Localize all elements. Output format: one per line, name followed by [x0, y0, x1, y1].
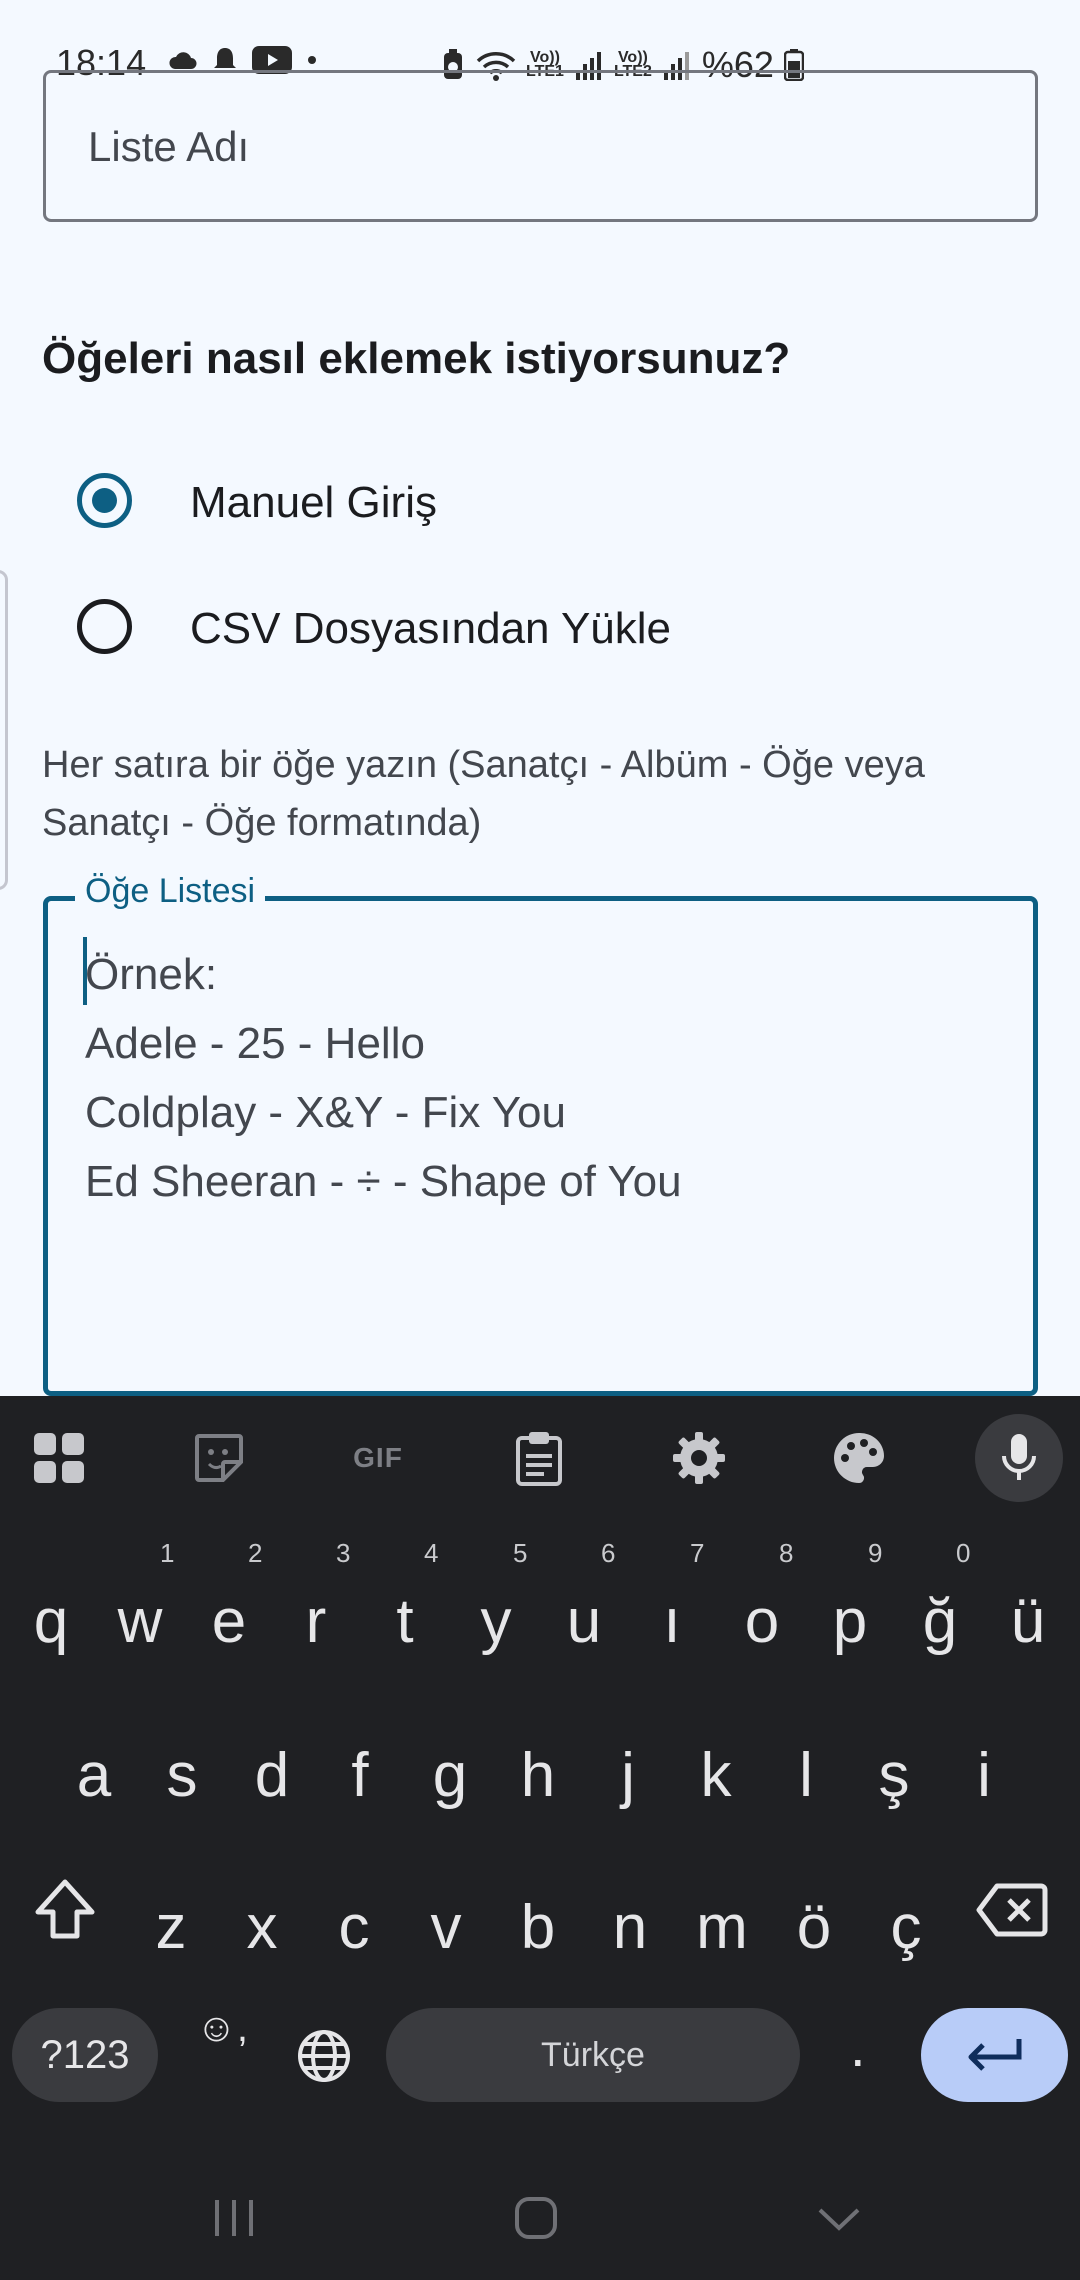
placeholder-line: Örnek: [85, 950, 218, 999]
home-icon[interactable] [514, 2196, 558, 2245]
symbols-key[interactable]: ?123 [12, 2008, 158, 2102]
key-t[interactable]: t [361, 1586, 449, 1657]
key-hint-number: 7 [690, 1538, 705, 1568]
key-y[interactable]: y [452, 1586, 540, 1657]
key-u-umlaut[interactable]: ü [984, 1586, 1072, 1657]
radio-label-csv: CSV Dosyasından Yükle [190, 604, 672, 653]
shift-icon[interactable] [30, 1874, 100, 1949]
key-h[interactable]: h [494, 1740, 582, 1811]
gif-icon[interactable]: GIF [334, 1414, 422, 1502]
key-z[interactable]: z [127, 1892, 215, 1963]
keyboard: GIF q w e r t y u ı o p ğ ü 1 2 3 4 5 6 … [0, 1396, 1080, 2280]
key-x[interactable]: x [218, 1892, 306, 1963]
key-w[interactable]: w [96, 1586, 184, 1657]
placeholder-line: Adele - 25 - Hello [85, 1019, 425, 1068]
placeholder-line: Ed Sheeran - ÷ - Shape of You [85, 1157, 682, 1206]
key-r[interactable]: r [272, 1586, 360, 1657]
key-hint-number: 4 [424, 1538, 439, 1568]
key-v[interactable]: v [402, 1892, 490, 1963]
key-d[interactable]: d [228, 1740, 316, 1811]
key-m[interactable]: m [678, 1892, 766, 1963]
key-e[interactable]: e [185, 1586, 273, 1657]
list-name-input[interactable]: Liste Adı [43, 70, 1038, 222]
format-hint: Her satıra bir öğe yazın (Sanatçı - Albü… [42, 744, 925, 844]
key-hint-number: 5 [513, 1538, 528, 1568]
item-list-placeholder: Örnek: Adele - 25 - Hello Coldplay - X&Y… [85, 940, 682, 1216]
radio-selected-icon[interactable] [77, 473, 132, 528]
key-hint-number: 9 [868, 1538, 883, 1568]
key-dotless-i[interactable]: ı [628, 1586, 716, 1657]
dot-icon [308, 56, 316, 64]
clipboard-icon[interactable] [495, 1414, 583, 1502]
globe-icon[interactable] [296, 2028, 352, 2089]
key-n[interactable]: n [586, 1892, 674, 1963]
key-k[interactable]: k [672, 1740, 760, 1811]
radio-label-manual: Manuel Giriş [190, 478, 437, 527]
radio-csv-upload[interactable]: CSV Dosyasından Yükle [0, 574, 1080, 684]
microphone-icon[interactable] [975, 1414, 1063, 1502]
radio-manual-entry[interactable]: Manuel Giriş [0, 448, 1080, 558]
key-hint-number: 8 [779, 1538, 794, 1568]
key-q[interactable]: q [7, 1586, 95, 1657]
key-hint-number: 2 [248, 1538, 263, 1568]
radio-unselected-icon[interactable] [77, 599, 132, 654]
cloud-icon [169, 52, 197, 69]
edge-panel-handle[interactable] [0, 570, 8, 890]
key-u[interactable]: u [540, 1586, 628, 1657]
key-f[interactable]: f [316, 1740, 404, 1811]
space-key[interactable]: Türkçe [386, 2008, 800, 2102]
key-a[interactable]: a [50, 1740, 138, 1811]
key-g[interactable]: g [406, 1740, 494, 1811]
key-hint-number: 0 [956, 1538, 971, 1568]
key-dotted-i[interactable]: i [940, 1740, 1028, 1811]
enter-icon [968, 2039, 1021, 2071]
key-s[interactable]: s [138, 1740, 226, 1811]
keyboard-toolbar: GIF [0, 1396, 1080, 1516]
palette-icon[interactable] [815, 1414, 903, 1502]
key-p[interactable]: p [806, 1586, 894, 1657]
key-g-breve[interactable]: ğ [896, 1586, 984, 1657]
enter-key[interactable] [921, 2008, 1068, 2102]
key-o[interactable]: o [718, 1586, 806, 1657]
apps-grid-icon[interactable] [15, 1414, 103, 1502]
key-j[interactable]: j [584, 1740, 672, 1811]
key-b[interactable]: b [494, 1892, 582, 1963]
list-name-placeholder: Liste Adı [88, 123, 250, 170]
backspace-icon[interactable] [975, 1880, 1049, 1945]
key-o-umlaut[interactable]: ö [770, 1892, 858, 1963]
settings-icon[interactable] [655, 1414, 743, 1502]
item-list-label: Öğe Listesi [75, 872, 266, 911]
key-c[interactable]: c [310, 1892, 398, 1963]
navigation-bar [0, 2116, 1080, 2280]
emoji-comma-key[interactable]: ☺, [196, 2006, 248, 2051]
hide-keyboard-icon[interactable] [816, 2206, 862, 2239]
key-hint-number: 1 [160, 1538, 175, 1568]
sticker-icon[interactable] [175, 1414, 263, 1502]
key-hint-number: 3 [336, 1538, 351, 1568]
add-method-question: Öğeleri nasıl eklemek istiyorsunuz? [42, 334, 791, 383]
period-key[interactable]: . [850, 2014, 866, 2079]
key-hint-number: 6 [601, 1538, 616, 1568]
key-c-cedilla[interactable]: ç [862, 1892, 950, 1963]
key-s-cedilla[interactable]: ş [850, 1740, 938, 1811]
key-l[interactable]: l [762, 1740, 850, 1811]
placeholder-line: Coldplay - X&Y - Fix You [85, 1088, 566, 1137]
recent-apps-icon[interactable] [213, 2198, 255, 2243]
